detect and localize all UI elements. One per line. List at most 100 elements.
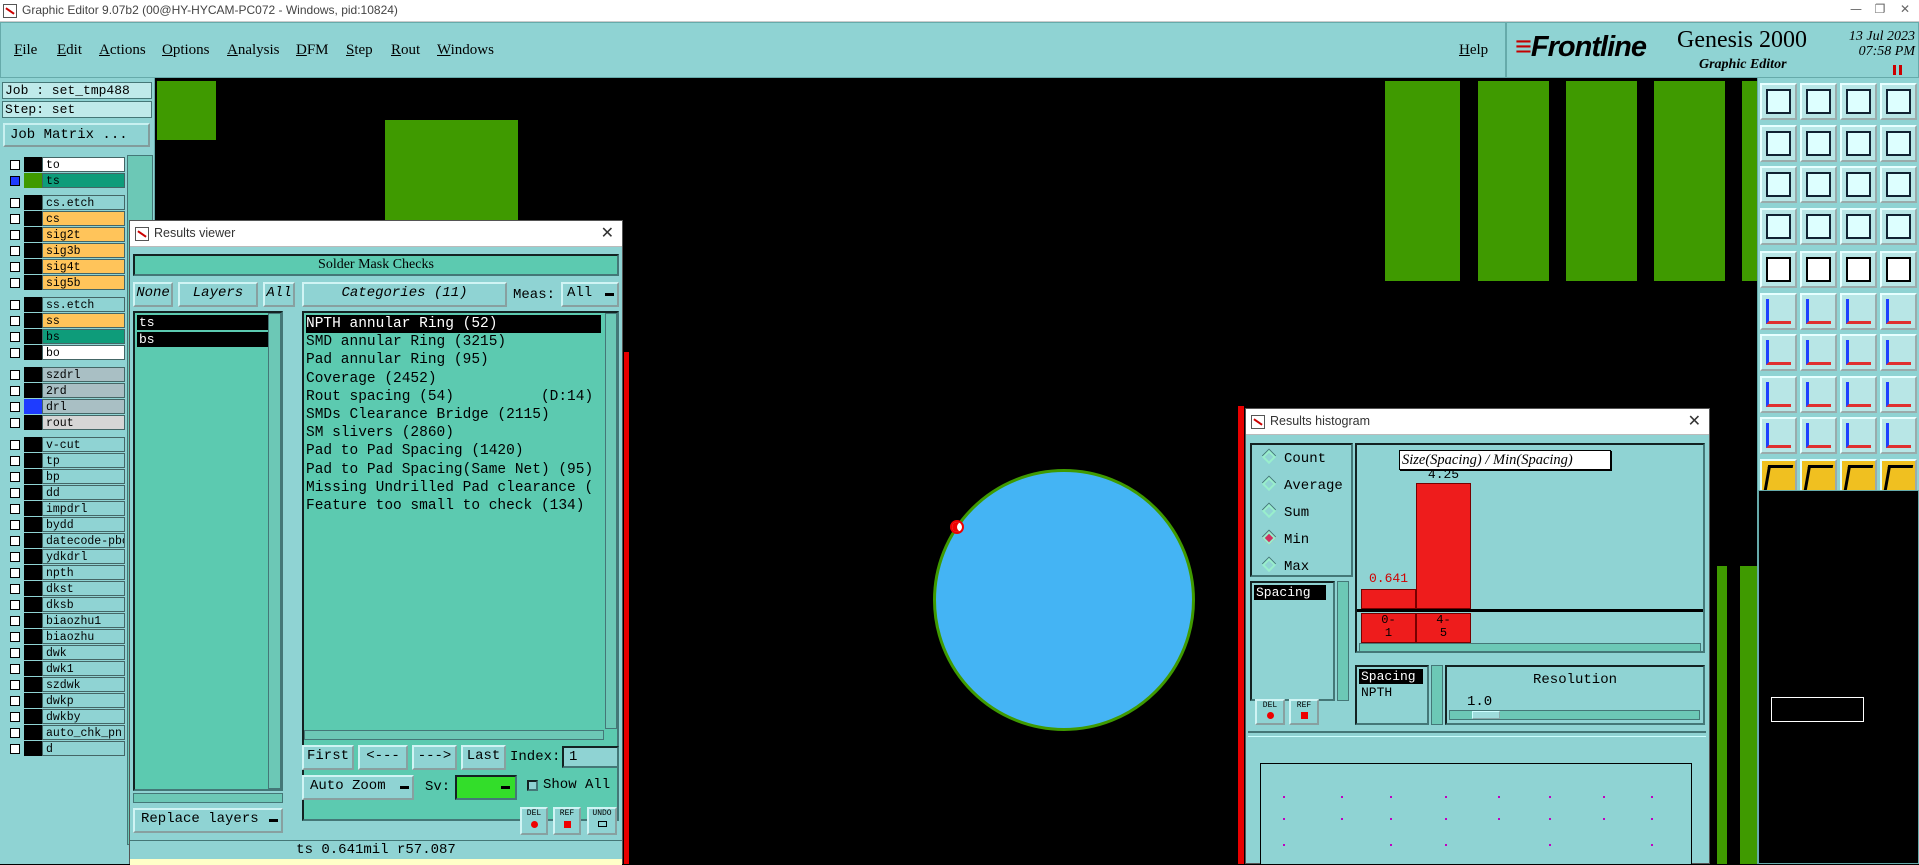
layer-checkbox[interactable] — [10, 246, 20, 256]
layer-row[interactable]: sig5b — [4, 275, 125, 290]
layer-checkbox[interactable] — [10, 584, 20, 594]
route-button[interactable] — [1880, 124, 1917, 162]
layer-checkbox[interactable] — [10, 744, 20, 754]
none-button[interactable]: None — [133, 282, 173, 307]
menu-file[interactable]: File — [14, 42, 37, 59]
menu-step[interactable]: Step — [346, 42, 373, 59]
home-button[interactable] — [1840, 83, 1877, 120]
layer-checkbox[interactable] — [10, 370, 20, 380]
layer-name[interactable]: npth — [42, 565, 125, 580]
layer-row[interactable]: dwkp — [4, 693, 125, 708]
undo-button[interactable]: UNDO — [587, 807, 617, 835]
histogram-del-button[interactable]: DEL — [1255, 699, 1285, 725]
layer-color-swatch[interactable] — [24, 345, 42, 360]
layers-toggle-button[interactable] — [1840, 207, 1877, 245]
layer-color-swatch[interactable] — [24, 693, 42, 708]
minimize-icon[interactable]: — — [1846, 2, 1866, 18]
layer-color-swatch[interactable] — [24, 399, 42, 414]
histogram-field-list[interactable]: Spacing — [1250, 581, 1335, 701]
category-item[interactable]: Pad annular Ring (95) — [306, 351, 489, 369]
npth-hole[interactable] — [933, 469, 1195, 731]
radio-count[interactable]: Count — [1261, 449, 1326, 467]
layer-checkbox[interactable] — [10, 230, 20, 240]
edit-shape-button[interactable] — [1800, 251, 1837, 288]
layer-name[interactable]: dkst — [42, 581, 125, 596]
layer-row[interactable]: to — [4, 157, 125, 172]
layer-color-swatch[interactable] — [24, 195, 42, 210]
layer-name[interactable]: sig5b — [42, 275, 125, 290]
layer-listbox[interactable]: ts bs — [133, 311, 283, 791]
layer-name[interactable]: biaozhu — [42, 629, 125, 644]
layer-checkbox[interactable] — [10, 456, 20, 466]
index-input[interactable]: 1 — [562, 746, 619, 768]
layer-color-swatch[interactable] — [24, 313, 42, 328]
radio-indicator-icon[interactable] — [1261, 476, 1277, 492]
type-item[interactable]: Spacing — [1359, 669, 1423, 684]
layer-color-swatch[interactable] — [24, 211, 42, 226]
layer-color-swatch[interactable] — [24, 297, 42, 312]
layer-name[interactable]: bs — [42, 329, 125, 344]
layer-row[interactable]: dkst — [4, 581, 125, 596]
layer-row[interactable]: ss — [4, 313, 125, 328]
layer-name[interactable]: 2rd — [42, 383, 125, 398]
layer-name[interactable]: tp — [42, 453, 125, 468]
close-window-icon[interactable]: ✕ — [1895, 2, 1915, 18]
layer-name[interactable]: dd — [42, 485, 125, 500]
layer-checkbox[interactable] — [10, 616, 20, 626]
zoom-horizontal-button[interactable] — [1800, 166, 1837, 203]
category-item[interactable]: SM slivers (2860) — [306, 424, 454, 442]
layer-row[interactable]: 2rd — [4, 383, 125, 398]
layer-checkbox[interactable] — [10, 348, 20, 358]
layer-row[interactable]: npth — [4, 565, 125, 580]
layer-color-swatch[interactable] — [24, 661, 42, 676]
layer-color-swatch[interactable] — [24, 485, 42, 500]
pad-button[interactable] — [1880, 417, 1917, 454]
type-list-vscroll[interactable] — [1431, 665, 1443, 725]
del-button[interactable]: DEL — [520, 807, 548, 835]
radio-sum[interactable]: Sum — [1261, 503, 1309, 521]
layer-checkbox[interactable] — [10, 664, 20, 674]
meas-dropdown[interactable]: All — [561, 282, 619, 307]
layer-name[interactable]: ts — [42, 173, 125, 188]
layer-name[interactable]: dwkp — [42, 693, 125, 708]
layer-checkbox[interactable] — [10, 386, 20, 396]
layer-checkbox[interactable] — [10, 300, 20, 310]
layer-color-swatch[interactable] — [24, 227, 42, 242]
layers-button[interactable]: Layers — [178, 282, 258, 307]
layer-color-swatch[interactable] — [24, 173, 42, 188]
layer-checkbox[interactable] — [10, 488, 20, 498]
layer-row[interactable]: bp — [4, 469, 125, 484]
layer-row[interactable]: ydkdrl — [4, 549, 125, 564]
layer-checkbox[interactable] — [10, 520, 20, 530]
link-button[interactable] — [1880, 292, 1917, 330]
layer-checkbox[interactable] — [10, 600, 20, 610]
layer-checkbox[interactable] — [10, 536, 20, 546]
scale-button[interactable] — [1840, 166, 1877, 203]
layer-checkbox[interactable] — [10, 680, 20, 690]
first-button[interactable]: First — [302, 745, 354, 770]
layer-color-swatch[interactable] — [24, 329, 42, 344]
type-item[interactable]: NPTH — [1359, 685, 1423, 700]
layer-name[interactable]: biaozhu1 — [42, 613, 125, 628]
zoom-fit-button[interactable] — [1760, 166, 1797, 203]
move-node-button[interactable] — [1760, 292, 1797, 330]
layer-row[interactable]: sig3b — [4, 243, 125, 258]
layer-name[interactable]: dwkby — [42, 709, 125, 724]
layer-color-swatch[interactable] — [24, 613, 42, 628]
layer-name[interactable]: dksb — [42, 597, 125, 612]
layer-row[interactable]: auto_chk_pn — [4, 725, 125, 740]
curve-button[interactable] — [1840, 334, 1877, 371]
layer-row[interactable]: datecode-pbc — [4, 533, 125, 548]
layer-row[interactable]: v-cut — [4, 437, 125, 452]
layer-list-hscroll[interactable] — [133, 793, 283, 803]
layer-name[interactable]: bydd — [42, 517, 125, 532]
layer-color-swatch[interactable] — [24, 677, 42, 692]
histogram-bar[interactable] — [1416, 483, 1471, 609]
close-icon[interactable]: ✕ — [601, 223, 614, 242]
slider-thumb[interactable] — [1472, 711, 1500, 719]
split-button[interactable] — [1840, 124, 1877, 162]
layer-row[interactable]: bs — [4, 329, 125, 344]
layer-checkbox[interactable] — [10, 278, 20, 288]
layer-color-swatch[interactable] — [24, 157, 42, 172]
group-button[interactable] — [1880, 375, 1917, 413]
